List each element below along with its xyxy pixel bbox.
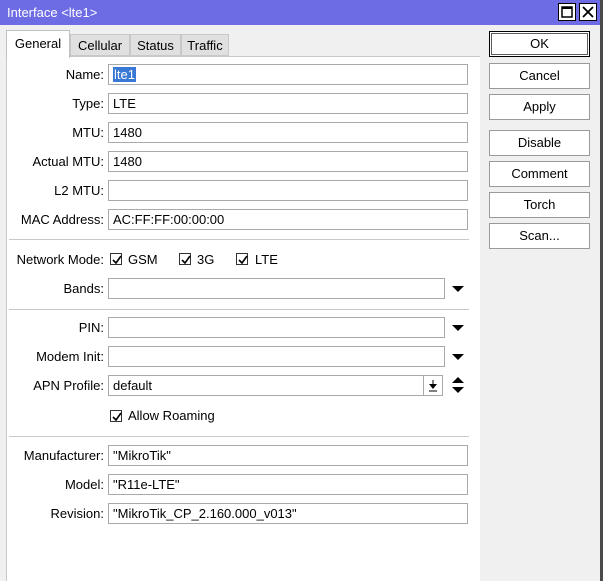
pin-label: PIN: bbox=[78, 320, 104, 335]
model-field: "R11e-LTE" bbox=[108, 474, 468, 495]
maximize-button[interactable] bbox=[558, 3, 576, 21]
disable-button[interactable]: Disable bbox=[489, 130, 590, 156]
maximize-icon bbox=[561, 6, 573, 18]
lte-label: LTE bbox=[255, 252, 278, 267]
l2-mtu-field[interactable] bbox=[108, 180, 468, 201]
close-icon bbox=[582, 6, 594, 18]
tab-general[interactable]: General bbox=[6, 30, 70, 58]
name-label: Name: bbox=[65, 67, 104, 82]
interface-window: Interface <lte1> General Cellular Status… bbox=[0, 0, 603, 581]
updown-arrows-icon[interactable] bbox=[451, 375, 465, 395]
comment-button[interactable]: Comment bbox=[489, 161, 590, 187]
checkmark-icon bbox=[181, 255, 191, 265]
allow-roaming-checkbox[interactable] bbox=[110, 410, 122, 422]
close-button[interactable] bbox=[579, 3, 597, 21]
revision-field: "MikroTik_CP_2.160.000_v013" bbox=[108, 503, 468, 524]
modem-init-dropdown-icon[interactable] bbox=[451, 352, 465, 362]
mac-address-label: MAC Address: bbox=[20, 212, 104, 227]
name-value: lte1 bbox=[113, 67, 136, 82]
actual-mtu-field: 1480 bbox=[108, 151, 468, 172]
separator bbox=[9, 309, 469, 310]
cancel-button[interactable]: Cancel bbox=[489, 63, 590, 89]
apn-profile-dropdown-button[interactable] bbox=[423, 375, 443, 396]
allow-roaming-label: Allow Roaming bbox=[128, 408, 215, 423]
name-field[interactable]: lte1 bbox=[108, 64, 468, 85]
apn-profile-field[interactable]: default bbox=[108, 375, 424, 396]
apn-profile-label: APN Profile: bbox=[33, 378, 104, 393]
l2-mtu-label: L2 MTU: bbox=[54, 183, 104, 198]
checkmark-icon bbox=[112, 412, 122, 422]
bands-label: Bands: bbox=[63, 281, 104, 296]
scan-button[interactable]: Scan... bbox=[489, 223, 590, 249]
3g-label: 3G bbox=[197, 252, 215, 267]
type-label: Type: bbox=[72, 96, 104, 111]
window-title: Interface <lte1> bbox=[7, 5, 98, 20]
torch-button[interactable]: Torch bbox=[489, 192, 590, 218]
actual-mtu-label: Actual MTU: bbox=[32, 154, 104, 169]
manufacturer-label: Manufacturer: bbox=[23, 448, 104, 463]
model-label: Model: bbox=[64, 477, 104, 492]
gsm-checkbox[interactable] bbox=[110, 253, 122, 265]
bands-dropdown-icon[interactable] bbox=[451, 284, 465, 294]
title-bar[interactable]: Interface <lte1> bbox=[0, 0, 603, 25]
mtu-field[interactable]: 1480 bbox=[108, 122, 468, 143]
gsm-label: GSM bbox=[128, 252, 158, 267]
mac-address-field[interactable]: AC:FF:FF:00:00:00 bbox=[108, 209, 468, 230]
3g-checkbox[interactable] bbox=[179, 253, 191, 265]
checkmark-icon bbox=[112, 255, 122, 265]
revision-label: Revision: bbox=[50, 506, 104, 521]
network-mode-label: Network Mode: bbox=[16, 252, 104, 267]
tab-cellular[interactable]: Cellular bbox=[70, 34, 130, 56]
modem-init-label: Modem Init: bbox=[36, 349, 104, 364]
separator bbox=[9, 239, 469, 240]
window-client: General Cellular Status Traffic Name: lt… bbox=[0, 25, 603, 581]
mtu-label: MTU: bbox=[72, 125, 104, 140]
type-field: LTE bbox=[108, 93, 468, 114]
dropdown-arrow-icon bbox=[429, 380, 437, 392]
apply-button[interactable]: Apply bbox=[489, 94, 590, 120]
ok-button[interactable]: OK bbox=[489, 31, 590, 57]
separator bbox=[9, 436, 469, 437]
general-panel: Name: lte1 Type: LTE MTU: 1480 Actual MT… bbox=[6, 56, 480, 581]
bands-field[interactable] bbox=[108, 278, 445, 299]
tab-status[interactable]: Status bbox=[130, 34, 181, 56]
checkmark-icon bbox=[238, 255, 248, 265]
manufacturer-field: "MikroTik" bbox=[108, 445, 468, 466]
pin-dropdown-icon[interactable] bbox=[451, 323, 465, 333]
lte-checkbox[interactable] bbox=[236, 253, 248, 265]
modem-init-field[interactable] bbox=[108, 346, 445, 367]
pin-field[interactable] bbox=[108, 317, 445, 338]
tab-traffic[interactable]: Traffic bbox=[181, 34, 229, 56]
